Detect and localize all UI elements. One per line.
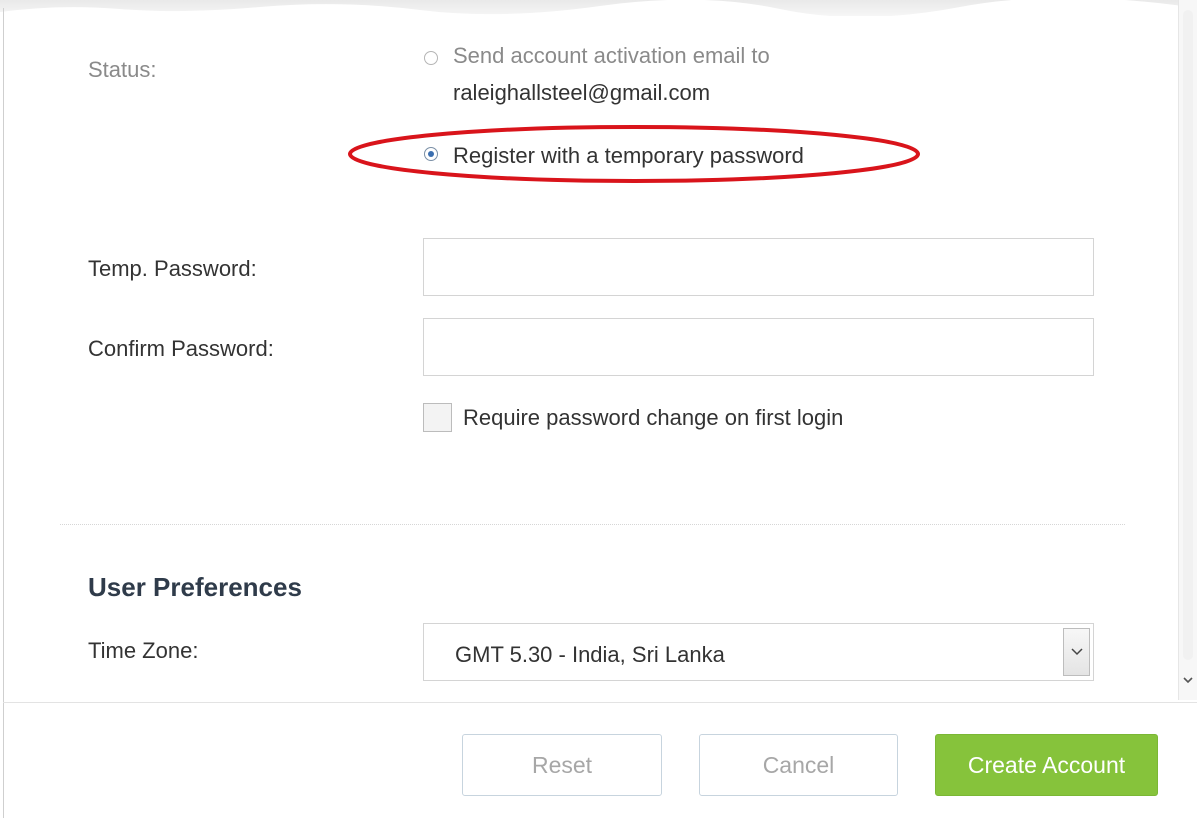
require-password-change-checkbox[interactable] <box>423 403 452 432</box>
temp-password-input[interactable] <box>423 238 1094 296</box>
time-zone-dropdown-button[interactable] <box>1063 628 1090 676</box>
time-zone-label: Time Zone: <box>88 638 199 663</box>
confirm-password-input[interactable] <box>423 318 1094 376</box>
torn-edge-shape <box>0 0 1197 16</box>
torn-top-edge <box>0 0 1197 16</box>
user-preferences-heading: User Preferences <box>88 572 302 602</box>
cancel-button[interactable]: Cancel <box>699 734 898 796</box>
dialog-left-border <box>3 8 4 818</box>
temp-password-label: Temp. Password: <box>88 256 257 281</box>
section-divider <box>60 524 1125 525</box>
radio-send-activation-email[interactable] <box>424 51 438 65</box>
radio-register-temp-password[interactable] <box>424 147 438 161</box>
require-password-change-label: Require password change on first login <box>463 405 844 430</box>
chevron-down-icon <box>1071 648 1083 656</box>
time-zone-select[interactable]: GMT 5.30 - India, Sri Lanka <box>423 623 1094 681</box>
send-activation-email-label: Send account activation email to <box>453 43 770 68</box>
footer-divider <box>3 702 1197 703</box>
time-zone-value: GMT 5.30 - India, Sri Lanka <box>455 642 725 667</box>
status-label: Status: <box>88 57 157 82</box>
scroll-down-arrow-icon[interactable] <box>1181 672 1195 688</box>
confirm-password-label: Confirm Password: <box>88 336 274 361</box>
activation-email-address: raleighallsteel@gmail.com <box>453 80 711 105</box>
scrollbar-thumb[interactable] <box>1183 10 1193 660</box>
register-temp-password-label: Register with a temporary password <box>453 143 804 168</box>
vertical-scrollbar[interactable] <box>1178 0 1197 700</box>
reset-button[interactable]: Reset <box>462 734 662 796</box>
create-account-button[interactable]: Create Account <box>935 734 1158 796</box>
